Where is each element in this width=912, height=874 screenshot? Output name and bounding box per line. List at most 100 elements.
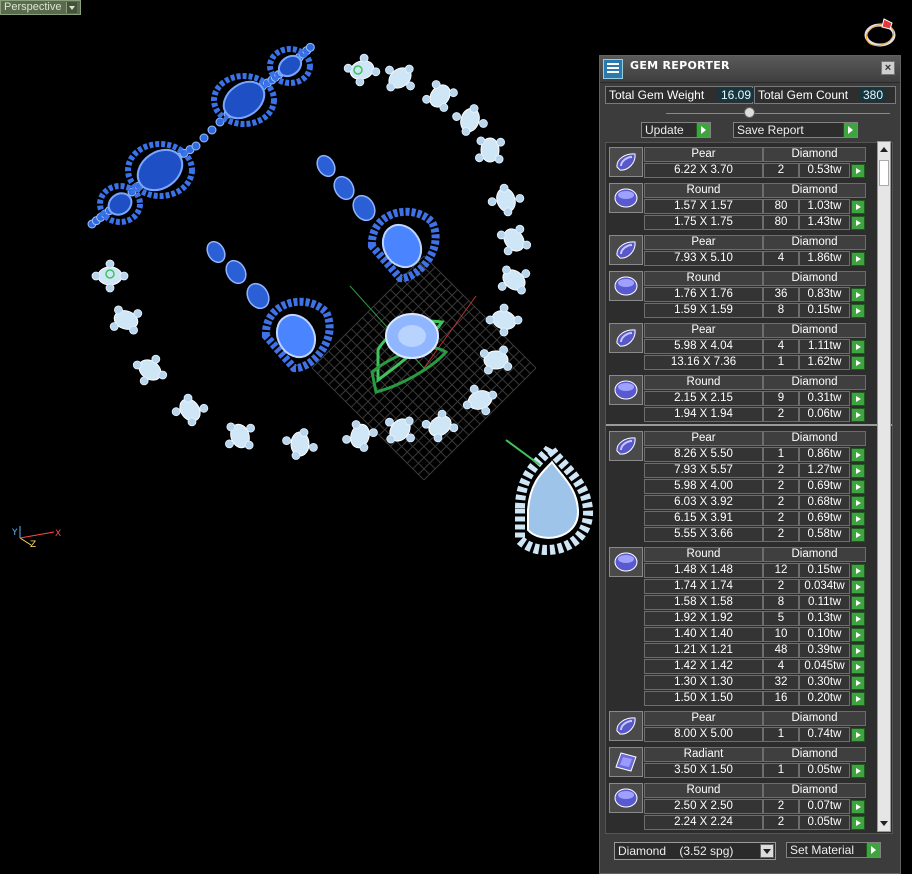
diamond-accent	[342, 434, 351, 444]
scroll-down-icon[interactable]	[878, 817, 890, 831]
pendant-stone	[527, 460, 580, 539]
select-gem-go-icon[interactable]	[851, 340, 865, 354]
update-button[interactable]: Update	[641, 122, 711, 138]
gem-size: 13.16 X 7.36	[644, 355, 763, 370]
gem-weight: 0.83tw	[799, 287, 850, 302]
total-gem-count-value: 380	[860, 88, 887, 102]
select-gem-go-icon[interactable]	[851, 164, 865, 178]
select-gem-go-icon[interactable]	[851, 676, 865, 690]
gem-weight: 0.10tw	[799, 627, 850, 642]
select-gem-go-icon[interactable]	[851, 816, 865, 830]
gem-weight: 0.15tw	[799, 303, 850, 318]
set-material-button[interactable]: Set Material	[786, 842, 881, 858]
scroll-up-icon[interactable]	[878, 142, 890, 156]
select-gem-go-icon[interactable]	[851, 304, 865, 318]
sapphire-drop	[246, 282, 270, 310]
select-gem-go-icon[interactable]	[851, 692, 865, 706]
diamond-accent	[469, 104, 479, 113]
diamond-accent	[91, 271, 101, 281]
diamond-accent	[449, 88, 458, 98]
diamond-accent	[469, 384, 479, 394]
select-gem-go-icon[interactable]	[851, 660, 865, 674]
select-gem-go-icon[interactable]	[851, 628, 865, 642]
diamond-accent	[386, 82, 396, 92]
diamond-accent	[133, 309, 143, 318]
material-select[interactable]: Diamond (3.52 spg)	[614, 842, 776, 860]
diamond-accent	[449, 423, 459, 433]
diamond-accent	[404, 416, 414, 426]
gem-weight: 0.30tw	[799, 675, 850, 690]
diamond-accent	[421, 419, 431, 429]
gem-weight: 0.69tw	[799, 511, 850, 526]
gem-size: 1.74 X 1.74	[644, 579, 763, 594]
gem-list[interactable]: Pear Diamond 6.22 X 3.70 2 0.53tw Round Diamon…	[605, 142, 893, 834]
select-gem-go-icon[interactable]	[851, 800, 865, 814]
gem-weight: 0.07tw	[799, 799, 850, 814]
select-gem-go-icon[interactable]	[851, 252, 865, 266]
select-gem-go-icon[interactable]	[851, 728, 865, 742]
viewport-label[interactable]: Perspective	[0, 0, 82, 15]
select-gem-go-icon[interactable]	[851, 528, 865, 542]
viewport-menu-arrow-icon[interactable]	[66, 2, 78, 13]
gem-material: Diamond	[763, 783, 866, 798]
select-gem-go-icon[interactable]	[851, 408, 865, 422]
gem-weight: 1.62tw	[799, 355, 850, 370]
gem-weight: 1.03tw	[799, 199, 850, 214]
gem-group: Pear Diamond 7.93 X 5.10 4 1.86tw	[609, 235, 871, 267]
select-gem-go-icon[interactable]	[851, 392, 865, 406]
gem-size: 1.21 X 1.21	[644, 643, 763, 658]
diamond-accent	[183, 393, 193, 403]
close-button[interactable]: ×	[881, 61, 895, 75]
select-gem-go-icon[interactable]	[851, 216, 865, 230]
select-gem-go-icon[interactable]	[851, 480, 865, 494]
gem-count: 80	[763, 199, 799, 214]
select-gem-go-icon[interactable]	[851, 496, 865, 510]
select-gem-go-icon[interactable]	[851, 200, 865, 214]
pear-gem-icon	[609, 431, 643, 461]
gem-shape: Pear	[644, 711, 763, 726]
gem-size: 1.94 X 1.94	[644, 407, 763, 422]
ring-logo-icon[interactable]	[862, 15, 898, 49]
panel-titlebar[interactable]: GEM REPORTER ×	[600, 56, 900, 83]
diamond-accent	[404, 64, 414, 74]
gem-count: 2	[763, 799, 799, 814]
gem-weight: 0.53tw	[799, 163, 850, 178]
gem-shape: Pear	[644, 431, 763, 446]
diamond-accent	[503, 246, 513, 256]
select-gem-go-icon[interactable]	[851, 356, 865, 370]
scroll-thumb[interactable]	[879, 160, 889, 186]
material-select-arrow-icon[interactable]	[760, 844, 774, 858]
gem-material: Diamond	[763, 183, 866, 198]
diamond-accent	[371, 67, 381, 77]
select-gem-go-icon[interactable]	[851, 512, 865, 526]
select-gem-go-icon[interactable]	[851, 448, 865, 462]
gem-material: Diamond	[763, 235, 866, 250]
select-gem-go-icon[interactable]	[851, 288, 865, 302]
gem-weight: 0.045tw	[799, 659, 850, 674]
3d-viewport[interactable]: Y Z X Perspective	[0, 0, 600, 874]
panel-slider-knob[interactable]	[744, 107, 755, 118]
diamond-accent	[476, 136, 486, 146]
gem-count: 1	[763, 447, 799, 462]
select-gem-go-icon[interactable]	[851, 596, 865, 610]
save-report-button[interactable]: Save Report	[733, 122, 858, 138]
gem-size: 8.00 X 5.00	[644, 727, 763, 742]
gem-size: 2.24 X 2.24	[644, 815, 763, 830]
gem-group: Round Diamond 2.15 X 2.15 9 0.31tw 1.94 X 1.9…	[609, 375, 871, 423]
select-gem-go-icon[interactable]	[851, 612, 865, 626]
select-gem-go-icon[interactable]	[851, 564, 865, 578]
gem-weight: 0.15tw	[799, 563, 850, 578]
select-gem-go-icon[interactable]	[851, 464, 865, 478]
gem-shape: Round	[644, 183, 763, 198]
gem-group: Pear Diamond 8.00 X 5.00 1 0.74tw	[609, 711, 871, 743]
total-gem-count: Total Gem Count 380	[754, 86, 896, 104]
axis-z-label: Z	[30, 540, 36, 550]
select-gem-go-icon[interactable]	[851, 764, 865, 778]
gem-material: Diamond	[763, 271, 866, 286]
gem-list-scrollbar[interactable]	[877, 141, 891, 832]
diamond-accent	[479, 349, 489, 358]
diamond-accent	[431, 80, 441, 89]
select-gem-go-icon[interactable]	[851, 580, 865, 594]
select-gem-go-icon[interactable]	[851, 644, 865, 658]
gem-count: 2	[763, 479, 799, 494]
